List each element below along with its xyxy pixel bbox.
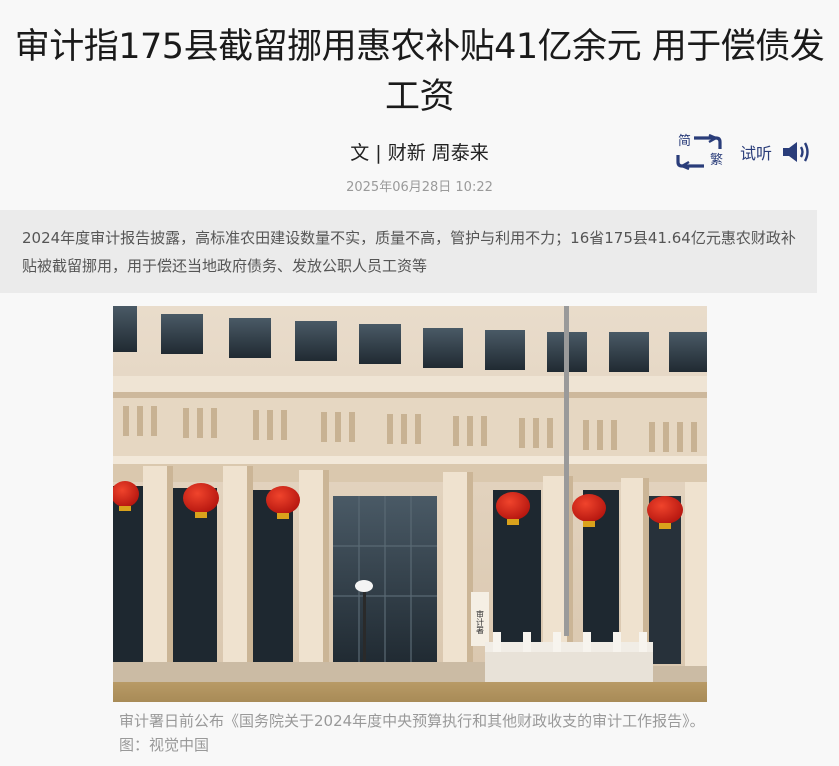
traditional-char: 繁 [710, 153, 724, 168]
article-date: 2025年06月28日 10:22 [346, 180, 493, 195]
article-summary: 2024年度审计报告披露，高标准农田建设数量不实，质量不高，管护与利用不力；16… [0, 210, 817, 293]
speaker-icon [783, 142, 809, 162]
agency-sign-text: 审计署 [476, 609, 485, 635]
article-photo[interactable]: 审计署 [113, 306, 707, 702]
simplified-char: 简 [678, 134, 692, 149]
lawn [113, 682, 707, 702]
listen-label: 试听 [740, 144, 773, 163]
article-title: 审计指175县截留挪用惠农补贴41亿余元 用于偿债发工资 [14, 27, 825, 117]
agency-sign-plaque: 审计署 [471, 592, 489, 646]
article-tools: 简 繁 试听 [676, 134, 811, 170]
photo-caption: 审计署日前公布《国务院关于2024年度中央预算执行和其他财政收支的审计工作报告》… [119, 712, 705, 754]
summary-text: 2024年度审计报告披露，高标准农田建设数量不实，质量不高，管护与利用不力；16… [22, 229, 796, 275]
convert-script-button[interactable]: 简 繁 [676, 134, 724, 170]
listen-button[interactable]: 试听 [740, 139, 811, 165]
flagpole [564, 306, 569, 636]
